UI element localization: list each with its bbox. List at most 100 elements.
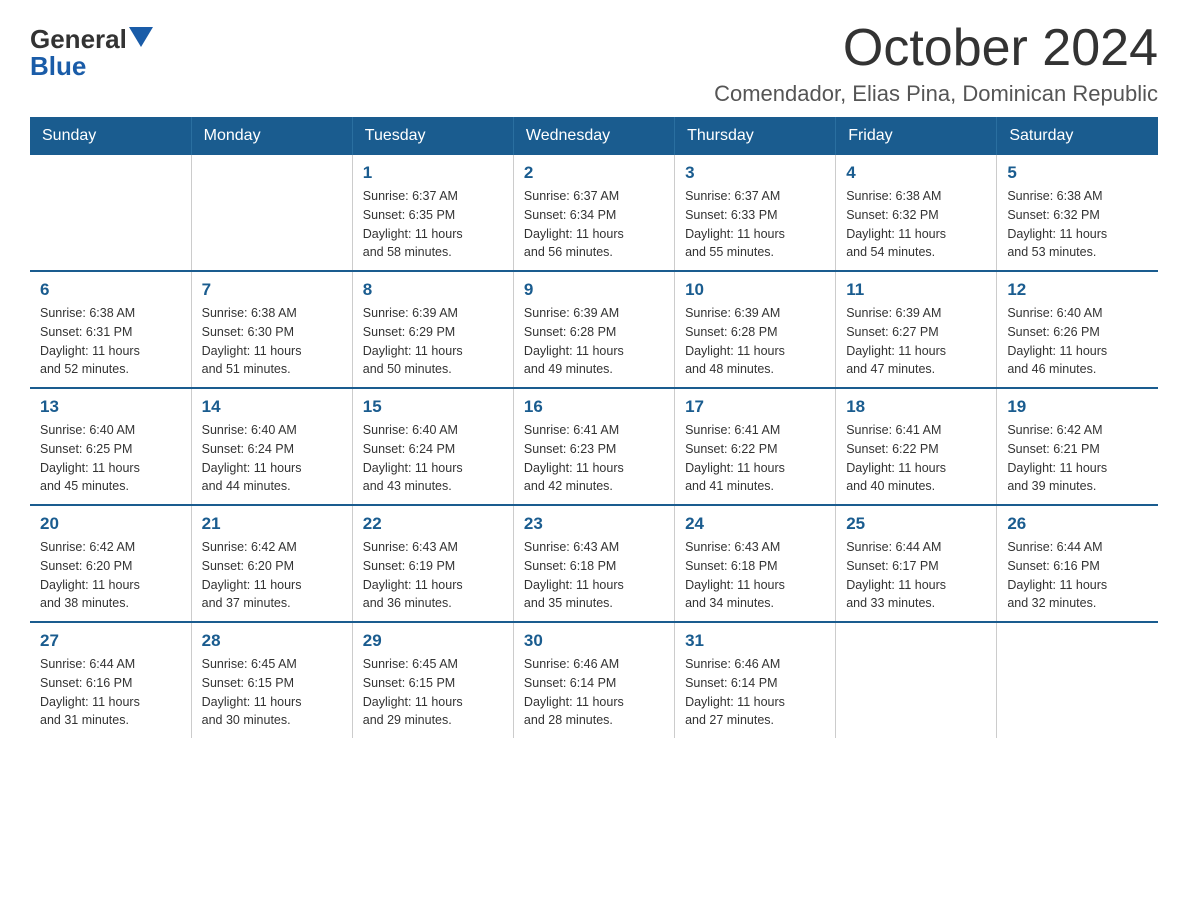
day-number: 14: [202, 397, 342, 417]
calendar-week-row: 20 Sunrise: 6:42 AM Sunset: 6:20 PM Dayli…: [30, 505, 1158, 622]
day-info: Sunrise: 6:38 AM Sunset: 6:31 PM Dayligh…: [40, 304, 181, 379]
day-info: Sunrise: 6:41 AM Sunset: 6:23 PM Dayligh…: [524, 421, 664, 496]
calendar-cell: 7 Sunrise: 6:38 AM Sunset: 6:30 PM Daylig…: [191, 271, 352, 388]
day-info: Sunrise: 6:37 AM Sunset: 6:35 PM Dayligh…: [363, 187, 503, 262]
day-info: Sunrise: 6:43 AM Sunset: 6:18 PM Dayligh…: [524, 538, 664, 613]
calendar-week-row: 1Sunrise: 6:37 AM Sunset: 6:35 PM Daylig…: [30, 155, 1158, 271]
calendar-cell: 6 Sunrise: 6:38 AM Sunset: 6:31 PM Daylig…: [30, 271, 191, 388]
calendar-cell: 29 Sunrise: 6:45 AM Sunset: 6:15 PM Dayli…: [352, 622, 513, 738]
day-info: Sunrise: 6:39 AM Sunset: 6:28 PM Dayligh…: [524, 304, 664, 379]
day-of-week-header: Saturday: [997, 117, 1158, 155]
day-number: 3: [685, 163, 825, 183]
calendar-cell: 21Sunrise: 6:42 AM Sunset: 6:20 PM Dayli…: [191, 505, 352, 622]
day-number: 15: [363, 397, 503, 417]
day-number: 24: [685, 514, 825, 534]
title-area: October 2024 Comendador, Elias Pina, Dom…: [714, 20, 1158, 107]
day-number: 22: [363, 514, 503, 534]
day-info: Sunrise: 6:46 AM Sunset: 6:14 PM Dayligh…: [685, 655, 825, 730]
day-info: Sunrise: 6:44 AM Sunset: 6:17 PM Dayligh…: [846, 538, 986, 613]
day-of-week-header: Tuesday: [352, 117, 513, 155]
day-info: Sunrise: 6:39 AM Sunset: 6:28 PM Dayligh…: [685, 304, 825, 379]
calendar-cell: 26 Sunrise: 6:44 AM Sunset: 6:16 PM Dayli…: [997, 505, 1158, 622]
day-info: Sunrise: 6:40 AM Sunset: 6:24 PM Dayligh…: [363, 421, 503, 496]
day-number: 31: [685, 631, 825, 651]
day-info: Sunrise: 6:40 AM Sunset: 6:25 PM Dayligh…: [40, 421, 181, 496]
day-info: Sunrise: 6:45 AM Sunset: 6:15 PM Dayligh…: [202, 655, 342, 730]
calendar-cell: 17 Sunrise: 6:41 AM Sunset: 6:22 PM Dayli…: [675, 388, 836, 505]
day-number: 30: [524, 631, 664, 651]
day-info: Sunrise: 6:45 AM Sunset: 6:15 PM Dayligh…: [363, 655, 503, 730]
day-number: 29: [363, 631, 503, 651]
day-info: Sunrise: 6:38 AM Sunset: 6:32 PM Dayligh…: [846, 187, 986, 262]
day-number: 28: [202, 631, 342, 651]
day-info: Sunrise: 6:42 AM Sunset: 6:21 PM Dayligh…: [1007, 421, 1148, 496]
day-info: Sunrise: 6:40 AM Sunset: 6:26 PM Dayligh…: [1007, 304, 1148, 379]
day-number: 23: [524, 514, 664, 534]
calendar-cell: 14 Sunrise: 6:40 AM Sunset: 6:24 PM Dayli…: [191, 388, 352, 505]
day-number: 18: [846, 397, 986, 417]
logo-blue: Blue: [30, 52, 153, 81]
day-info: Sunrise: 6:39 AM Sunset: 6:27 PM Dayligh…: [846, 304, 986, 379]
calendar-cell: 1Sunrise: 6:37 AM Sunset: 6:35 PM Daylig…: [352, 155, 513, 271]
day-info: Sunrise: 6:38 AM Sunset: 6:30 PM Dayligh…: [202, 304, 342, 379]
day-number: 19: [1007, 397, 1148, 417]
day-info: Sunrise: 6:43 AM Sunset: 6:19 PM Dayligh…: [363, 538, 503, 613]
day-number: 27: [40, 631, 181, 651]
day-info: Sunrise: 6:41 AM Sunset: 6:22 PM Dayligh…: [846, 421, 986, 496]
day-info: Sunrise: 6:44 AM Sunset: 6:16 PM Dayligh…: [40, 655, 181, 730]
logo: General Blue: [30, 25, 153, 80]
calendar-cell: [191, 155, 352, 271]
day-number: 25: [846, 514, 986, 534]
calendar-cell: 2Sunrise: 6:37 AM Sunset: 6:34 PM Daylig…: [513, 155, 674, 271]
calendar-cell: [30, 155, 191, 271]
day-info: Sunrise: 6:38 AM Sunset: 6:32 PM Dayligh…: [1007, 187, 1148, 262]
day-info: Sunrise: 6:41 AM Sunset: 6:22 PM Dayligh…: [685, 421, 825, 496]
day-number: 20: [40, 514, 181, 534]
day-number: 16: [524, 397, 664, 417]
calendar-cell: [997, 622, 1158, 738]
day-number: 26: [1007, 514, 1148, 534]
day-number: 9: [524, 280, 664, 300]
calendar-cell: 30 Sunrise: 6:46 AM Sunset: 6:14 PM Dayli…: [513, 622, 674, 738]
day-info: Sunrise: 6:39 AM Sunset: 6:29 PM Dayligh…: [363, 304, 503, 379]
calendar-cell: 23 Sunrise: 6:43 AM Sunset: 6:18 PM Dayli…: [513, 505, 674, 622]
day-info: Sunrise: 6:44 AM Sunset: 6:16 PM Dayligh…: [1007, 538, 1148, 613]
logo-text: General Blue: [30, 25, 153, 80]
calendar-cell: 19 Sunrise: 6:42 AM Sunset: 6:21 PM Dayli…: [997, 388, 1158, 505]
calendar-table: SundayMondayTuesdayWednesdayThursdayFrid…: [30, 117, 1158, 738]
calendar-cell: 31 Sunrise: 6:46 AM Sunset: 6:14 PM Dayli…: [675, 622, 836, 738]
day-of-week-header: Monday: [191, 117, 352, 155]
calendar-week-row: 27 Sunrise: 6:44 AM Sunset: 6:16 PM Dayli…: [30, 622, 1158, 738]
day-info: Sunrise: 6:42 AM Sunset: 6:20 PM Dayligh…: [40, 538, 181, 613]
calendar-cell: 5 Sunrise: 6:38 AM Sunset: 6:32 PM Daylig…: [997, 155, 1158, 271]
day-number: 7: [202, 280, 342, 300]
calendar-cell: 3Sunrise: 6:37 AM Sunset: 6:33 PM Daylig…: [675, 155, 836, 271]
day-number: 11: [846, 280, 986, 300]
day-info: Sunrise: 6:40 AM Sunset: 6:24 PM Dayligh…: [202, 421, 342, 496]
day-of-week-header: Friday: [836, 117, 997, 155]
day-number: 12: [1007, 280, 1148, 300]
calendar-cell: 25 Sunrise: 6:44 AM Sunset: 6:17 PM Dayli…: [836, 505, 997, 622]
day-number: 5: [1007, 163, 1148, 183]
calendar-week-row: 6 Sunrise: 6:38 AM Sunset: 6:31 PM Daylig…: [30, 271, 1158, 388]
calendar-cell: 11 Sunrise: 6:39 AM Sunset: 6:27 PM Dayli…: [836, 271, 997, 388]
logo-general: General: [30, 25, 127, 54]
day-info: Sunrise: 6:43 AM Sunset: 6:18 PM Dayligh…: [685, 538, 825, 613]
month-title: October 2024: [714, 20, 1158, 77]
day-info: Sunrise: 6:42 AM Sunset: 6:20 PM Dayligh…: [202, 538, 342, 613]
day-number: 13: [40, 397, 181, 417]
calendar-cell: 18 Sunrise: 6:41 AM Sunset: 6:22 PM Dayli…: [836, 388, 997, 505]
day-number: 17: [685, 397, 825, 417]
calendar-cell: 9 Sunrise: 6:39 AM Sunset: 6:28 PM Daylig…: [513, 271, 674, 388]
calendar-cell: 13 Sunrise: 6:40 AM Sunset: 6:25 PM Dayli…: [30, 388, 191, 505]
calendar-cell: 24 Sunrise: 6:43 AM Sunset: 6:18 PM Dayli…: [675, 505, 836, 622]
calendar-header: SundayMondayTuesdayWednesdayThursdayFrid…: [30, 117, 1158, 155]
calendar-cell: 16 Sunrise: 6:41 AM Sunset: 6:23 PM Dayli…: [513, 388, 674, 505]
day-of-week-header: Sunday: [30, 117, 191, 155]
day-info: Sunrise: 6:46 AM Sunset: 6:14 PM Dayligh…: [524, 655, 664, 730]
calendar-cell: 28 Sunrise: 6:45 AM Sunset: 6:15 PM Dayli…: [191, 622, 352, 738]
calendar-cell: 22 Sunrise: 6:43 AM Sunset: 6:19 PM Dayli…: [352, 505, 513, 622]
day-number: 6: [40, 280, 181, 300]
day-number: 10: [685, 280, 825, 300]
day-number: 8: [363, 280, 503, 300]
